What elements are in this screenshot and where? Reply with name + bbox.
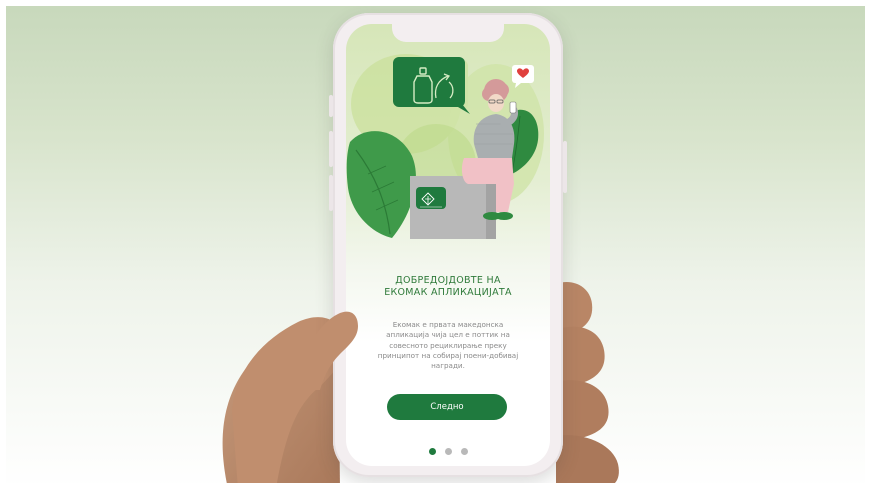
ekomak-logo-icon <box>416 187 446 209</box>
leaf-left-icon <box>346 131 416 238</box>
phone-notch <box>392 24 504 42</box>
phone-power-button <box>563 141 567 193</box>
phone-volume-up-button <box>329 131 333 167</box>
app-screen: ДОБРЕДОЈДОВТЕ НА ЕКОМАК АПЛИКАЦИЈАТА Еко… <box>346 24 550 466</box>
thumb-overlay <box>300 311 358 390</box>
welcome-title-line-1: ДОБРЕДОЈДОВТЕ НА <box>395 275 501 286</box>
welcome-title-line-2: ЕКОМАК АПЛИКАЦИЈАТА <box>384 287 512 298</box>
description-line-4: принципот на собирај поени-добивај <box>377 351 519 360</box>
photo-scene: ДОБРЕДОЈДОВТЕ НА ЕКОМАК АПЛИКАЦИЈАТА Еко… <box>0 0 871 489</box>
phone-side-button <box>329 95 333 117</box>
description-line-5: награди. <box>431 361 465 370</box>
description-line-1: Екомак е првата македонска <box>392 320 504 329</box>
pagination-dot-3[interactable] <box>460 448 468 455</box>
welcome-illustration <box>346 54 544 239</box>
phone-volume-down-button <box>329 175 333 211</box>
description-line-3: совесното рециклирање преку <box>389 341 507 350</box>
phone-device: ДОБРЕДОЈДОВТЕ НА ЕКОМАК АПЛИКАЦИЈАТА Еко… <box>329 13 567 477</box>
pagination-dots <box>346 448 550 455</box>
description-line-2: апликација чија цел е поттик на <box>386 330 510 339</box>
next-button[interactable]: Следно <box>387 394 507 420</box>
pagination-dot-1[interactable] <box>428 448 436 455</box>
pagination-dot-2[interactable] <box>444 448 452 455</box>
recycle-bottle-icon <box>393 57 470 114</box>
